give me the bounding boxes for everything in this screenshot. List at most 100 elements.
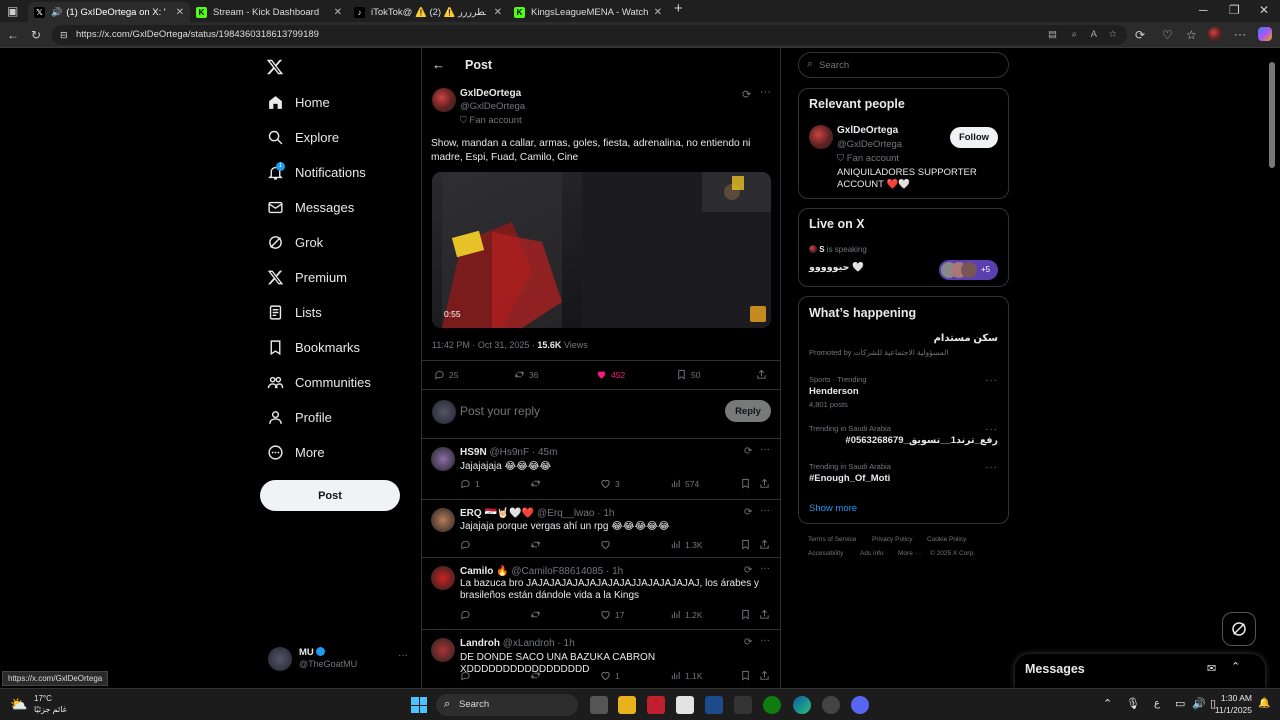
tab-x-post[interactable]: 𝕏 🔊 (1) GxIDeOrtega on X: "Show ✕ [28, 2, 190, 22]
relevant-avatar[interactable] [809, 125, 833, 149]
app-settings-icon[interactable] [822, 696, 840, 714]
reply-post[interactable]: Landroh @xLandroh · 1h ⟳ ··· DE DONDE SACO … [422, 629, 780, 688]
nav-item-home[interactable]: Home [266, 89, 330, 115]
new-message-icon[interactable]: ✉ [1207, 662, 1216, 675]
reply-more-icon[interactable]: ··· [760, 505, 770, 516]
tab-close-icon[interactable]: ✕ [654, 7, 662, 18]
browser-essentials-icon[interactable]: ♡ [1162, 29, 1173, 41]
tab-kingsleague[interactable]: K KingsLeagueMENA - Watch the V ✕ [508, 2, 668, 22]
nav-item-more[interactable]: More [266, 439, 325, 465]
reply-author[interactable]: HS9N [460, 447, 487, 458]
reply-action[interactable]: 25 [434, 369, 458, 380]
account-more-icon[interactable]: ··· [398, 650, 408, 661]
trend-more-icon[interactable]: ··· [985, 375, 998, 386]
reply-more-icon[interactable]: ··· [760, 444, 770, 455]
scrollbar-thumb[interactable] [1269, 62, 1275, 168]
reply-avatar[interactable] [431, 638, 455, 662]
repost-action[interactable] [530, 478, 545, 489]
bookmark-action[interactable]: 50 [676, 369, 700, 380]
footer-accessibility[interactable]: Accessibility [808, 550, 843, 557]
search-box[interactable]: ⌕ [798, 52, 1009, 78]
reply-author[interactable]: Camilo 🔥 [460, 566, 509, 577]
weather-temp[interactable]: 17°C [34, 694, 52, 703]
maximize-icon[interactable]: ❐ [1229, 4, 1240, 16]
back-arrow-icon[interactable]: ← [432, 57, 445, 72]
language-indicator[interactable]: ع [1154, 698, 1160, 709]
file-explorer-icon[interactable] [618, 696, 636, 714]
reply-handle[interactable]: @CamiloF88614085 · 1h [511, 566, 623, 577]
tab-close-icon[interactable]: ✕ [334, 7, 342, 18]
extensions-icon[interactable]: ⟳ [1135, 29, 1145, 41]
share-action[interactable] [756, 369, 771, 380]
tab-close-icon[interactable]: ✕ [176, 7, 184, 18]
share-action[interactable] [759, 539, 774, 550]
tab-close-icon[interactable]: ✕ [494, 7, 502, 18]
grok-icon[interactable]: ⟳ [742, 88, 751, 101]
tab-tiktok[interactable]: ♪ iTokTok@ ⚠️ يبني انا خطرررر ⚠️ (2) ✕ [348, 2, 508, 22]
reply-post[interactable]: ERQ 🇮🇶🤘🏻🤍❤️ @Erq__lwao · 1h ⟳ ··· Jajajaja … [422, 499, 780, 557]
like-action[interactable]: 17 [600, 609, 624, 620]
weather-icon[interactable]: ⛅ [10, 696, 27, 713]
xbox-icon[interactable] [763, 696, 781, 714]
reply-more-icon[interactable]: ··· [760, 563, 770, 574]
reply-action[interactable] [460, 670, 475, 681]
discord-icon[interactable] [851, 696, 869, 714]
trend-more-icon[interactable]: ··· [985, 424, 998, 435]
reply-author[interactable]: ERQ 🇮🇶🤘🏻🤍❤️ [460, 508, 534, 519]
nav-item-grok[interactable]: Grok [266, 229, 323, 255]
grok-icon[interactable]: ⟳ [744, 507, 752, 518]
bookmark-action[interactable] [740, 670, 755, 681]
reply-input[interactable] [460, 402, 680, 420]
like-action[interactable]: 452 [596, 369, 625, 380]
browser-menu-icon[interactable]: ··· [1234, 28, 1246, 40]
author-avatar[interactable] [432, 88, 456, 112]
footer-ads-info[interactable]: Ads info [860, 550, 884, 557]
trend-more-icon[interactable]: ··· [985, 462, 998, 473]
trend-item[interactable]: Sports · Trending Henderson 4,801 posts … [799, 375, 1008, 415]
url-input[interactable]: ⊟ https://x.com/GxlDeOrtega/status/19843… [52, 25, 1127, 45]
nav-item-notifications[interactable]: 1 Notifications [266, 159, 366, 185]
footer-cookie[interactable]: Cookie Policy [927, 536, 966, 543]
views-action[interactable]: 1.1K [670, 670, 703, 681]
grok-floating-button[interactable] [1222, 612, 1256, 646]
reply-author[interactable]: Landroh [460, 638, 500, 649]
start-button[interactable] [411, 697, 427, 713]
search-input[interactable] [819, 57, 999, 73]
post-button[interactable]: Post [260, 480, 400, 511]
minimize-icon[interactable]: ─ [1199, 4, 1208, 16]
epic-games-icon[interactable] [734, 696, 752, 714]
post-more-icon[interactable]: ··· [760, 86, 771, 98]
task-view-icon[interactable] [590, 696, 608, 714]
read-aloud-icon[interactable]: A [1091, 25, 1097, 45]
reply-action[interactable] [460, 609, 475, 620]
clock-time[interactable]: 1:30 AM [1218, 693, 1252, 703]
views-action[interactable]: 1.3K [670, 539, 703, 550]
back-icon[interactable]: ← [7, 29, 19, 41]
trend-item[interactable]: Trending in Saudi Arabia #Enough_Of_Moti… [799, 462, 1008, 492]
nav-item-explore[interactable]: Explore [266, 124, 339, 150]
reply-more-icon[interactable]: ··· [760, 635, 770, 646]
browser-profile-avatar[interactable] [1208, 27, 1222, 41]
nav-item-communities[interactable]: Communities [266, 369, 371, 395]
like-action[interactable]: 1 [600, 670, 620, 681]
new-tab-button[interactable]: + [674, 1, 683, 16]
author-handle[interactable]: @GxlDeOrtega [460, 101, 525, 112]
reply-post[interactable]: HS9N @Hs9nF · 45m ⟳ ··· Jajajajaja 😂😂😂😂 1 3 57… [422, 438, 780, 499]
views-action[interactable]: 574 [670, 478, 699, 489]
nav-item-messages[interactable]: Messages [266, 194, 354, 220]
footer-terms[interactable]: Terms of Service [808, 536, 856, 543]
tray-overflow-icon[interactable]: ⌃ [1103, 697, 1112, 710]
nav-item-lists[interactable]: Lists [266, 299, 322, 325]
footer-more[interactable]: More ··· [898, 550, 921, 557]
zoom-icon[interactable]: ⌕ [1072, 25, 1077, 45]
clock-date[interactable]: 11/1/2025 [1212, 705, 1252, 715]
bookmark-action[interactable] [740, 539, 755, 550]
show-more-link[interactable]: Show more [809, 503, 857, 514]
app-red-icon[interactable] [647, 696, 665, 714]
share-action[interactable] [759, 670, 774, 681]
live-on-x-card[interactable]: Live on X S is speaking حيووووو 🤍 +5 [798, 208, 1009, 287]
messages-drawer[interactable]: Messages ✉ ⌃ [1015, 654, 1265, 688]
repost-action[interactable] [530, 539, 545, 550]
site-info-icon[interactable]: ⊟ [60, 25, 68, 45]
page-scrollbar[interactable] [1268, 48, 1276, 688]
